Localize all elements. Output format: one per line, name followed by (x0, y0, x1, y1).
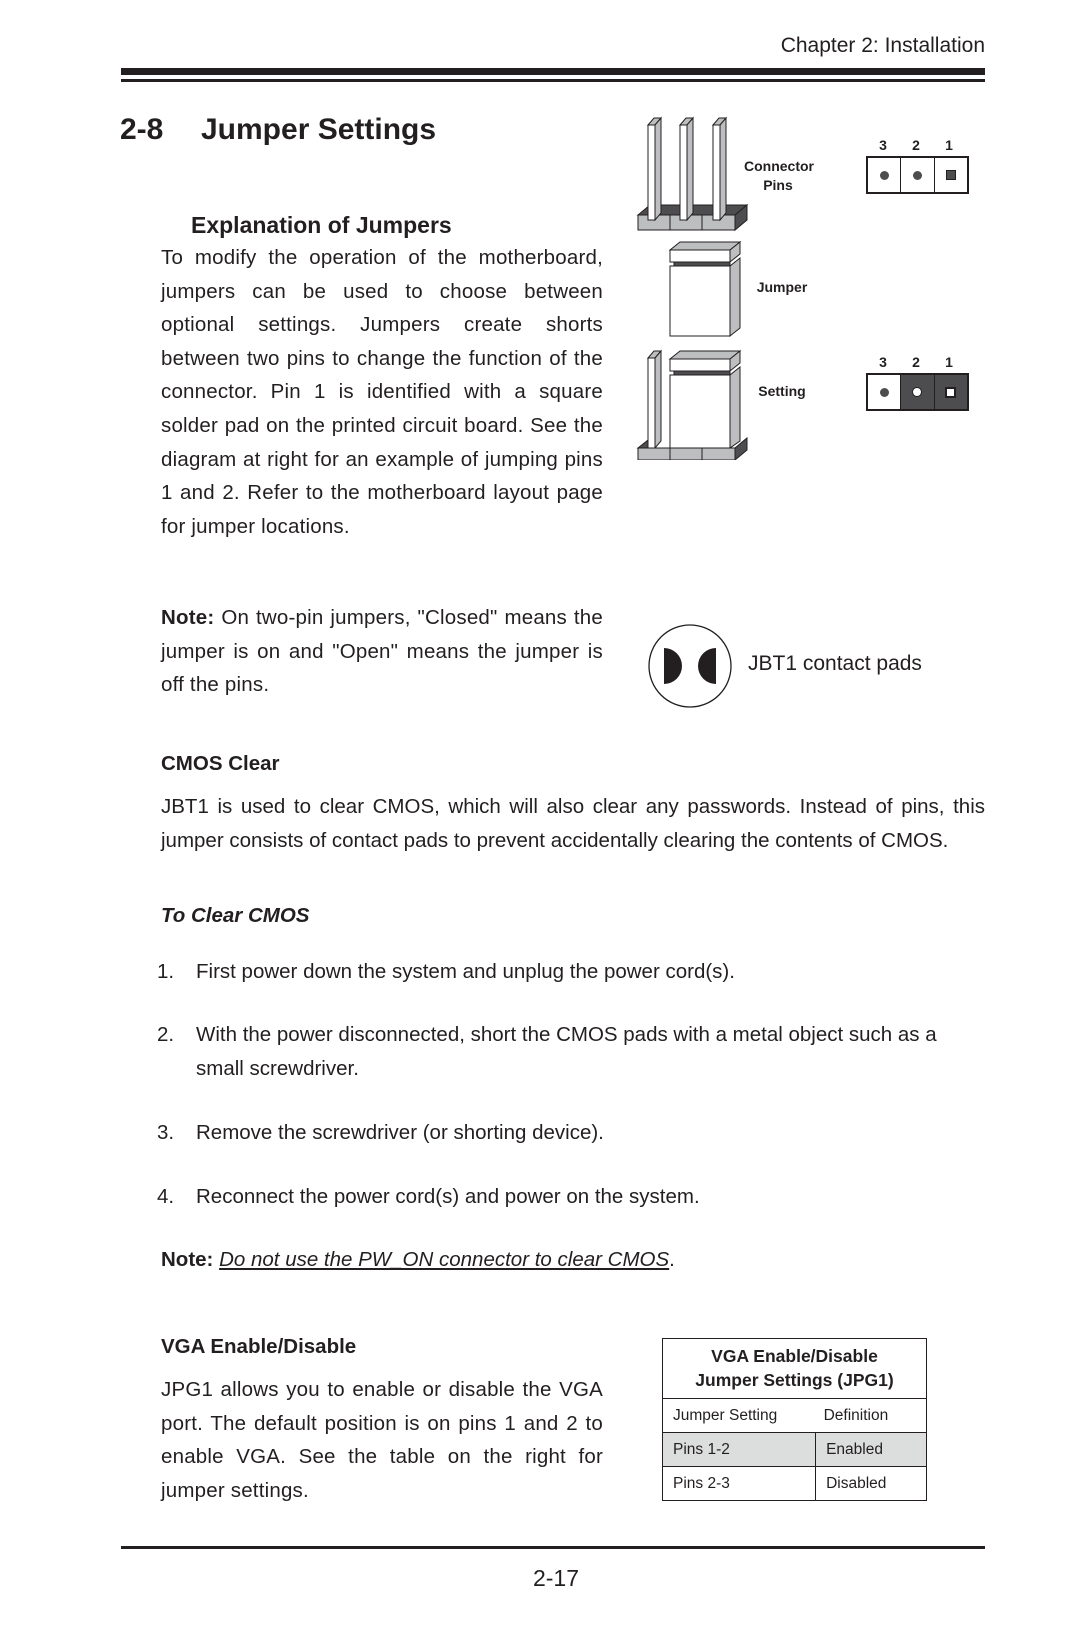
list-number: 2. (157, 1023, 175, 1046)
square-pin-icon (945, 170, 956, 180)
connector-label-line2: Pins (763, 177, 793, 193)
explanation-note: Note: On two-pin jumpers, "Closed" means… (161, 601, 603, 702)
header-rule-thin (121, 79, 985, 82)
list-item: 3. Remove the screwdriver (or shorting d… (157, 1116, 977, 1150)
pin-number-1: 1 (945, 354, 953, 370)
pin-3-cell (868, 158, 902, 192)
page-number: 2-17 (532, 1565, 580, 1591)
connector-pins-label: Connector Pins (744, 157, 814, 195)
column-header: Definition (815, 1398, 927, 1433)
jumper-setting-illustration (636, 349, 748, 460)
list-text: First power down the system and unplug t… (196, 960, 735, 983)
table-header-row: Jumper Setting Definition (661, 1398, 927, 1433)
list-item: 1. First power down the system and unplu… (157, 955, 977, 989)
setting-label: Setting (758, 383, 806, 399)
jumper-diagram-illustration (636, 116, 749, 460)
cmos-clear-paragraph: JBT1 is used to clear CMOS, which will a… (161, 795, 985, 852)
vga-jumper-table: VGA Enable/Disable Jumper Settings (JPG1… (661, 1338, 927, 1501)
round-pin-icon (912, 387, 923, 397)
list-text: Reconnect the power cord(s) and power on… (196, 1185, 700, 1208)
setting-pin-numbers: 3 2 1 (866, 354, 966, 372)
table-title-line2: Jumper Settings (JPG1) (695, 1370, 894, 1390)
jumper-label: Jumper (756, 279, 808, 295)
table-cell: Pins 1-2 (661, 1432, 817, 1467)
table-cell: Pins 2-3 (661, 1466, 817, 1501)
round-pin-icon (879, 170, 889, 180)
section-number: 2-8 (120, 113, 164, 146)
table-title-line1: VGA Enable/Disable (711, 1346, 878, 1366)
note-label: Note: (161, 606, 215, 629)
list-text: Remove the screwdriver (or shorting devi… (196, 1121, 604, 1144)
chapter-header: Chapter 2: Installation (780, 34, 985, 57)
list-number: 1. (157, 960, 175, 983)
list-item: 4. Reconnect the power cord(s) and power… (157, 1180, 977, 1214)
vga-paragraph: JPG1 allows you to enable or disable the… (161, 1378, 603, 1502)
pin-3-cell (868, 375, 902, 409)
table-cell: Enabled (815, 1432, 927, 1467)
setting-pin-layout (866, 373, 969, 411)
pin-1-cell-jumpered (934, 375, 967, 409)
vga-heading: VGA Enable/Disable (161, 1335, 357, 1358)
table-row: Pins 1-2 Enabled (661, 1432, 927, 1467)
note-text: On two-pin jumpers, "Closed" means the j… (161, 606, 603, 697)
pin-number-3: 3 (879, 354, 887, 370)
table-row: Pins 2-3 Disabled (661, 1466, 927, 1501)
connector-pins-illustration (636, 116, 749, 232)
square-pin-icon (945, 386, 957, 398)
column-header: Jumper Setting (661, 1398, 816, 1433)
explanation-heading: Explanation of Jumpers (191, 212, 452, 238)
list-number: 4. (157, 1185, 175, 1208)
jbt1-label: JBT1 contact pads (748, 652, 922, 675)
list-item: 2. With the power disconnected, short th… (157, 1018, 977, 1086)
jbt1-contact-pads-icon (648, 624, 732, 708)
table-title: VGA Enable/Disable Jumper Settings (JPG1… (662, 1338, 927, 1399)
section-title-text: Jumper Settings (201, 113, 437, 146)
connector-pin-layout (866, 156, 969, 194)
table-cell: Disabled (815, 1466, 927, 1501)
note-label: Note: (161, 1248, 214, 1271)
pin-2-cell-jumpered (901, 375, 935, 409)
table-title-row: VGA Enable/Disable Jumper Settings (JPG1… (662, 1338, 927, 1399)
connector-label-line1: Connector (744, 158, 814, 174)
list-number: 3. (157, 1121, 175, 1144)
pin-number-3: 3 (879, 137, 887, 153)
round-pin-icon (912, 170, 922, 180)
jumper-cap-illustration (668, 240, 742, 338)
to-clear-cmos-heading: To Clear CMOS (161, 904, 310, 927)
list-text: With the power disconnected, short the C… (196, 1023, 937, 1080)
pin-number-2: 2 (912, 137, 920, 153)
pin-2-cell (901, 158, 935, 192)
round-pin-icon (879, 387, 889, 397)
section-title: 2-8 Jumper Settings (120, 113, 436, 147)
note-period: . (669, 1248, 675, 1271)
pin-number-1: 1 (945, 137, 953, 153)
pin-1-cell (935, 158, 967, 192)
cmos-clear-heading: CMOS Clear (161, 752, 280, 775)
cmos-note: Note: Do not use the PW_ON connector to … (161, 1243, 985, 1277)
pin-number-2: 2 (912, 354, 920, 370)
explanation-paragraph: To modify the operation of the motherboa… (161, 246, 603, 538)
header-rule-thick (121, 68, 985, 75)
connector-pin-numbers: 3 2 1 (866, 137, 966, 155)
note-text: Do not use the PW_ON connector to clear … (219, 1248, 670, 1271)
footer-rule (121, 1546, 985, 1549)
